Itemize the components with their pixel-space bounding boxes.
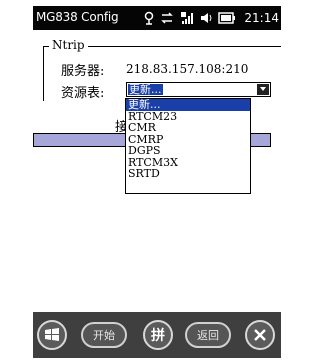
start-button[interactable]: 开始 [81,322,127,348]
source-table-combobox[interactable]: 更新... [126,82,271,97]
volume-icon[interactable] [200,11,212,25]
dropdown-option[interactable]: DGPS [126,145,250,157]
dropdown-option[interactable]: CMR [126,122,250,134]
server-value[interactable]: 218.83.157.108:210 [126,62,281,76]
chevron-down-icon[interactable] [257,84,269,95]
sync-icon[interactable] [160,11,174,25]
status-icons: 21:14 [144,9,279,27]
battery-icon[interactable] [218,12,236,24]
input-method-button[interactable]: 拼 [143,320,173,350]
ntrip-legend: Ntrip [49,38,88,52]
combobox-selected-value: 更新... [128,83,163,96]
close-button[interactable] [245,320,275,350]
dropdown-option[interactable]: 更新... [126,99,250,111]
close-icon [254,329,266,341]
app-title: MG838 Config [36,10,119,24]
signal-icon[interactable] [180,11,194,25]
server-label: 服务器: [61,64,105,79]
gps-icon[interactable] [144,11,154,25]
back-button[interactable]: 返回 [185,322,231,348]
clock[interactable]: 21:14 [244,11,279,25]
windows-start-button[interactable] [37,320,67,350]
bottom-navigation-bar: 开始 拼 返回 [33,312,281,358]
title-bar: MG838 Config 21:14 [33,6,281,30]
device-screen: MG838 Config 21:14 Ntrip 服务器: 218.83.157… [33,6,281,358]
dropdown-option[interactable]: SRTD [126,168,250,180]
windows-logo-icon [45,328,59,341]
source-table-dropdown[interactable]: 更新... RTCM23 CMR CMRP DGPS RTCM3X SRTD [125,98,251,194]
source-label: 资源表: [61,86,105,101]
